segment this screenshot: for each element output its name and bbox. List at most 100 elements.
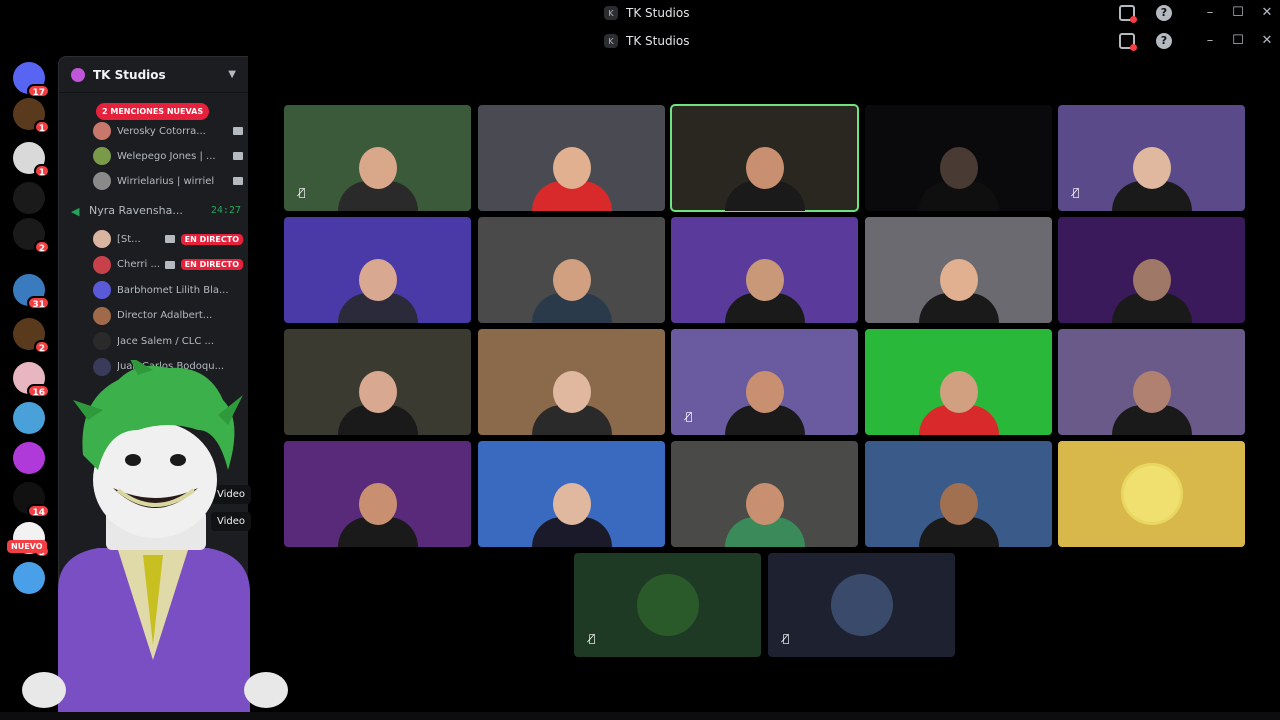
server-name: TK Studios — [93, 67, 166, 82]
voice-user[interactable]: Director Adalbert... — [93, 305, 243, 327]
video-tile[interactable] — [865, 105, 1052, 211]
unread-badge: 1 — [33, 120, 50, 134]
video-tile[interactable] — [671, 217, 858, 323]
mic-muted-icon: 🎙̸ — [782, 632, 790, 645]
video-tile[interactable] — [284, 441, 471, 547]
mic-muted-icon: 🎙̸ — [588, 632, 596, 645]
server-3-icon[interactable]: 1 — [13, 142, 50, 178]
help-icon[interactable]: ? — [1156, 33, 1172, 49]
help-icon[interactable]: ? — [1156, 5, 1172, 21]
participant-figure — [1111, 259, 1192, 323]
camera-icon — [164, 260, 175, 269]
server-badge-icon — [71, 67, 85, 82]
taskbar-strip — [0, 712, 1280, 720]
server-2-icon[interactable]: 1 — [13, 98, 50, 134]
server-5-icon[interactable]: 2 — [13, 218, 50, 254]
camera-icon — [233, 127, 243, 135]
chevron-down-icon[interactable]: ▼ — [228, 69, 236, 80]
participant-figure — [724, 371, 805, 435]
video-tile[interactable]: 🎙̸ — [671, 329, 858, 435]
inbox-icon[interactable] — [1119, 33, 1137, 51]
avatar — [93, 147, 111, 165]
participant-figure — [1111, 147, 1192, 211]
discord-home-icon[interactable]: 17 — [13, 62, 50, 98]
video-tile[interactable] — [670, 104, 859, 212]
voice-user[interactable]: [St... EN DIRECTO — [93, 228, 243, 250]
user-avatar — [830, 574, 893, 636]
close-icon[interactable]: ✕ — [1259, 5, 1275, 21]
speaker-icon: ◀ — [71, 204, 80, 218]
avatar — [93, 230, 111, 248]
server-header[interactable]: TK Studios ▼ — [59, 57, 248, 93]
video-tile[interactable] — [478, 105, 665, 211]
avatar — [93, 306, 111, 325]
avatar — [93, 122, 111, 140]
video-tile[interactable] — [865, 441, 1052, 547]
minimize-icon[interactable]: – — [1202, 5, 1218, 21]
window-title-text: TK Studios — [626, 34, 690, 48]
window-title: K TK Studios — [604, 6, 690, 20]
voice-user[interactable]: Barbhomet Lilith Bla... — [93, 279, 243, 301]
video-tile[interactable] — [478, 217, 665, 323]
video-tile[interactable] — [671, 441, 858, 547]
user-name: Wirrielarius | wirriel — [117, 175, 215, 187]
avatar — [93, 332, 111, 350]
server-6-icon[interactable]: 31 — [13, 274, 50, 310]
voice-user[interactable]: Welepego Jones | ... — [93, 145, 243, 167]
video-tile[interactable] — [284, 329, 471, 435]
video-tile[interactable] — [865, 329, 1052, 435]
participant-figure — [531, 483, 612, 547]
window-title: K TK Studios — [604, 34, 690, 48]
user-name: Jace Salem / CLC ... — [117, 335, 215, 347]
camera-icon — [233, 177, 243, 185]
participant-figure — [337, 147, 418, 211]
maximize-icon[interactable]: ☐ — [1230, 5, 1246, 21]
mic-muted-icon: 🎙̸ — [1072, 186, 1080, 199]
live-badge: EN DIRECTO — [180, 259, 243, 270]
voice-user[interactable]: Jace Salem / CLC ... — [93, 330, 243, 352]
video-tile[interactable]: 🎙̸ — [284, 105, 471, 211]
video-tile[interactable] — [478, 441, 665, 547]
participant-figure — [918, 147, 999, 211]
minimize-icon[interactable]: – — [1202, 33, 1218, 49]
video-tile[interactable]: 🎙̸ — [768, 553, 955, 657]
video-tile[interactable] — [865, 217, 1052, 323]
user-avatar — [636, 574, 699, 636]
server-tk-icon[interactable] — [13, 182, 45, 214]
server-7-icon[interactable]: 2 — [13, 318, 50, 354]
participant-figure — [531, 259, 612, 323]
voice-user[interactable]: Cherri ... EN DIRECTO — [93, 254, 243, 276]
participant-figure — [724, 259, 805, 323]
live-badge: EN DIRECTO — [180, 233, 243, 245]
video-tile[interactable] — [478, 329, 665, 435]
video-tile[interactable] — [284, 217, 471, 323]
titlebar: K TK Studios ? – ☐ ✕ — [0, 28, 1280, 56]
unread-badge: 31 — [27, 296, 50, 310]
user-name: Barbhomet Lilith Bla... — [117, 284, 229, 296]
unread-badge: 1 — [33, 164, 50, 178]
mic-muted-icon: 🎙̸ — [685, 410, 693, 423]
voice-user[interactable]: Verosky Cotorra... — [93, 120, 243, 142]
voice-channel[interactable]: ◀ Nyra Ravensha... 24:27 — [71, 204, 241, 218]
video-tile[interactable] — [1058, 329, 1245, 435]
window-title-text: TK Studios — [626, 6, 690, 20]
titlebar-back: K TK Studios ? – ☐ ✕ — [0, 0, 1280, 28]
close-icon[interactable]: ✕ — [1259, 33, 1275, 49]
video-tile[interactable]: 🎙̸ — [574, 553, 761, 657]
user-name: Welepego Jones | ... — [117, 150, 216, 162]
avatar — [93, 281, 111, 299]
voice-user[interactable]: Wirrielarius | wirriel — [93, 170, 243, 192]
video-tile[interactable] — [1058, 217, 1245, 323]
participant-figure — [531, 371, 612, 435]
maximize-icon[interactable]: ☐ — [1230, 33, 1246, 49]
participant-figure — [337, 371, 418, 435]
inbox-icon[interactable] — [1119, 5, 1137, 23]
participant-figure — [918, 483, 999, 547]
user-name: Cherri ... — [117, 259, 159, 270]
mentions-pill[interactable]: 2 MENCIONES NUEVAS — [96, 103, 210, 120]
mic-muted-icon: 🎙̸ — [298, 186, 306, 199]
video-tile[interactable] — [1058, 441, 1245, 547]
voice-channel-name: Nyra Ravensha... — [89, 204, 183, 217]
video-tile[interactable]: 🎙̸ — [1058, 105, 1245, 211]
voice-timer: 24:27 — [210, 205, 241, 216]
